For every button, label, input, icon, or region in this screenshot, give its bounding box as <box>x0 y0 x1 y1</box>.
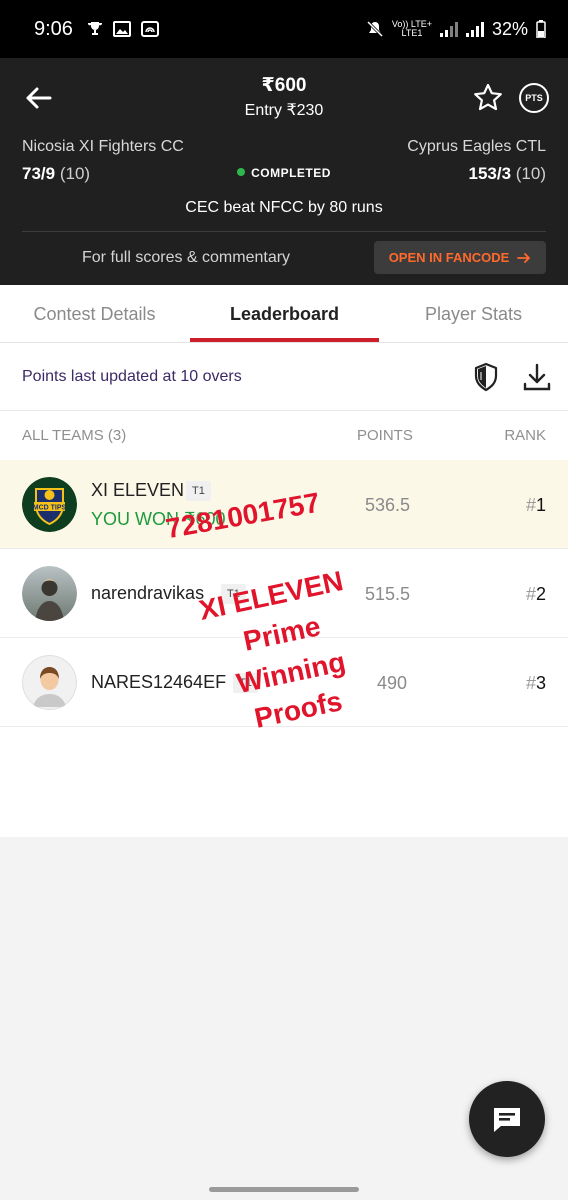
cast-icon <box>140 21 159 37</box>
team-tag: T1 <box>186 481 211 501</box>
signal-icon <box>439 21 458 37</box>
team-name: XI ELEVEN <box>91 480 185 500</box>
star-icon[interactable] <box>472 82 504 114</box>
match-status: COMPLETED <box>0 166 568 180</box>
full-scores-text: For full scores & commentary <box>82 249 291 266</box>
status-dot-icon <box>237 168 246 176</box>
trophy-icon <box>87 22 102 35</box>
team-rank: #1 <box>525 495 546 515</box>
contest-tabs: Contest Details Leaderboard Player Stats <box>0 285 568 343</box>
open-in-fancode-button[interactable]: OPEN IN FANCODE <box>374 241 546 274</box>
status-notification-icons <box>87 21 159 37</box>
chat-button[interactable] <box>469 1081 545 1157</box>
active-tab-indicator <box>190 338 379 342</box>
team-rank: #3 <box>525 673 546 693</box>
header-divider <box>22 231 546 232</box>
points-header: POINTS <box>357 427 413 444</box>
battery-icon <box>536 20 546 38</box>
gesture-nav-handle[interactable] <box>209 1187 359 1192</box>
image-icon <box>112 21 131 37</box>
avatar-default-user <box>22 655 77 710</box>
points-system-icon[interactable]: PTS <box>519 83 549 113</box>
team-name: narendravikas <box>91 583 205 603</box>
shield-icon[interactable] <box>472 362 500 392</box>
rank-header: RANK <box>504 427 546 444</box>
team-points: 536.5 <box>365 495 411 515</box>
avatar-mcd-tips: MCD TIPS <box>22 477 77 532</box>
team-right-name: Cyprus Eagles CTL <box>407 138 546 155</box>
status-time: 9:06 <box>34 17 73 40</box>
divider <box>0 410 568 411</box>
network-type: Vo)) LTE+ LTE1 <box>391 19 432 38</box>
team-name: NARES12464EF <box>91 672 227 692</box>
team-rank: #2 <box>525 584 546 604</box>
chat-icon <box>494 1108 520 1132</box>
tab-player-stats[interactable]: Player Stats <box>379 285 568 343</box>
team-points: 515.5 <box>365 584 411 604</box>
status-bar: 9:06 Vo)) LTE+ LTE1 32% <box>0 0 568 58</box>
status-system-icons: Vo)) LTE+ LTE1 32% <box>366 19 546 40</box>
signal-icon-2 <box>465 21 484 37</box>
tab-leaderboard[interactable]: Leaderboard <box>190 285 379 343</box>
download-icon[interactable] <box>522 362 552 392</box>
avatar-narendravikas <box>22 566 77 621</box>
team-points: 490 <box>377 673 408 693</box>
match-result: CEC beat NFCC by 80 runs <box>185 199 383 216</box>
tab-contest-details[interactable]: Contest Details <box>0 285 189 343</box>
arrow-right-icon <box>517 252 531 263</box>
all-teams-header: ALL TEAMS (3) <box>22 427 127 444</box>
match-header: ₹600 Entry ₹230 PTS Nicosia XI Fighters … <box>0 58 568 285</box>
team-left-name: Nicosia XI Fighters CC <box>22 138 184 155</box>
svg-text:MCD TIPS: MCD TIPS <box>33 505 67 512</box>
battery-percent: 32% <box>491 18 528 39</box>
points-updated-text: Points last updated at 10 overs <box>22 368 242 385</box>
mute-icon <box>366 20 383 38</box>
